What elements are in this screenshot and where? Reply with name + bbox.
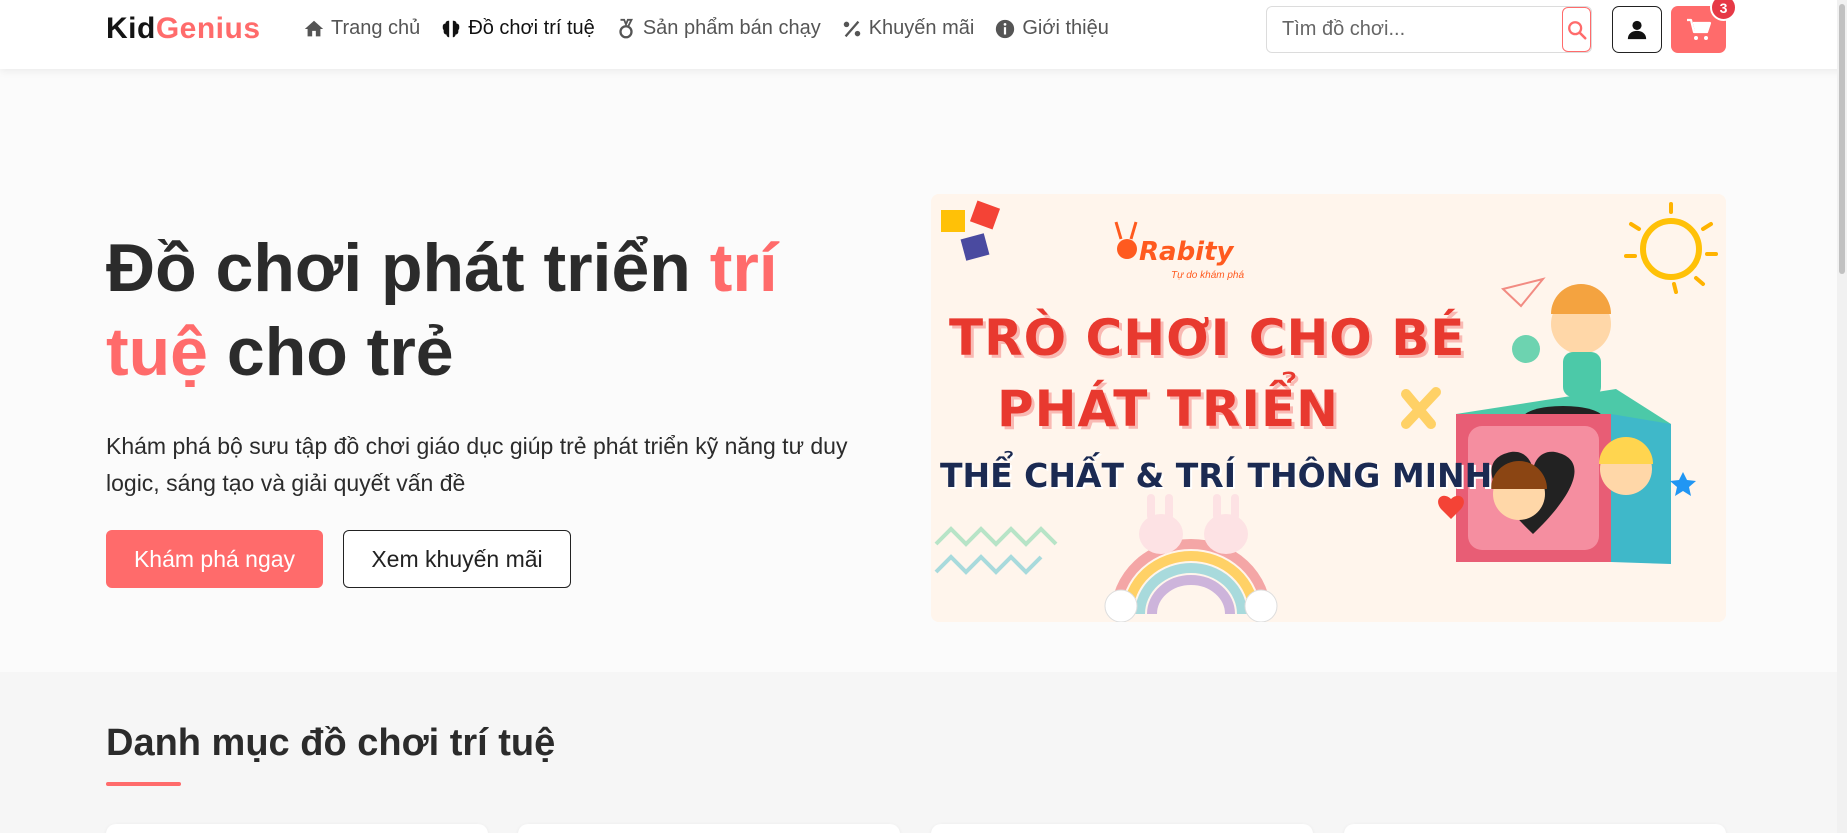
brain-icon xyxy=(443,20,460,37)
categories-title: Danh mục đồ chơi trí tuệ xyxy=(106,722,556,764)
hero-description: Khám phá bộ sưu tập đồ chơi giáo dục giú… xyxy=(106,433,848,496)
category-card[interactable] xyxy=(518,824,900,833)
nav-item-brain-toys[interactable]: Đồ chơi trí tuệ xyxy=(440,17,595,40)
brand-part-kid: Kid xyxy=(106,12,156,45)
cart-count-badge: 3 xyxy=(1710,0,1737,21)
banner-headline-1: TRÒ CHƠI CHO BÉ xyxy=(949,309,1466,367)
info-icon xyxy=(996,19,1015,38)
banner-headline-3: THỂ CHẤT & TRÍ THÔNG MINH xyxy=(940,456,1493,495)
brand-part-genius: Genius xyxy=(155,12,261,45)
nav-item-about-label: Giới thiệu xyxy=(1022,17,1109,39)
banner-headline-2: PHÁT TRIỂN xyxy=(997,380,1340,438)
nav-item-promotions[interactable]: Khuyến mãi xyxy=(841,17,975,40)
hero-title: Đồ chơi phát triển trí tuệ cho trẻ xyxy=(106,226,826,394)
nav-item-home-label: Trang chủ xyxy=(331,17,421,39)
search-box xyxy=(1266,6,1592,53)
categories-section: Danh mục đồ chơi trí tuệ xyxy=(0,672,1847,833)
search-input[interactable] xyxy=(1267,7,1562,52)
hero-title-part2: cho trẻ xyxy=(208,314,454,390)
scrollbar-thumb[interactable] xyxy=(1839,4,1845,274)
main-nav: Trang chủ Đồ chơi trí tuệ Sản phẩm bán c… xyxy=(303,17,1109,40)
explore-now-button[interactable]: Khám phá ngay xyxy=(106,530,323,588)
percent-icon xyxy=(843,20,860,37)
category-card[interactable] xyxy=(931,824,1313,833)
nav-item-promotions-label: Khuyến mãi xyxy=(868,17,975,39)
nav-item-best-sellers[interactable]: Sản phẩm bán chạy xyxy=(615,17,821,40)
nav-item-about[interactable]: Giới thiệu xyxy=(994,17,1109,40)
nav-item-brain-toys-label: Đồ chơi trí tuệ xyxy=(468,17,595,39)
cart-icon xyxy=(1686,18,1711,40)
title-underline xyxy=(106,782,181,786)
search-button[interactable] xyxy=(1562,7,1591,52)
home-icon xyxy=(304,20,324,36)
medal-icon xyxy=(619,18,633,38)
hero-banner-image: Rabity Tự do khám phá TRÒ CHƠI CHO BÉ PH… xyxy=(931,194,1726,622)
user-icon xyxy=(1627,20,1647,39)
nav-item-best-sellers-label: Sản phẩm bán chạy xyxy=(642,17,821,39)
category-card[interactable] xyxy=(106,824,488,833)
brand-logo[interactable]: KidGenius xyxy=(106,12,261,46)
view-promotions-button[interactable]: Xem khuyến mãi xyxy=(343,530,571,588)
hero-title-part1: Đồ chơi phát triển xyxy=(106,230,710,306)
category-card[interactable] xyxy=(1344,824,1726,833)
nav-item-home[interactable]: Trang chủ xyxy=(303,17,420,40)
navbar: KidGenius Trang chủ Đồ chơi trí tuệ Sản … xyxy=(0,0,1847,69)
search-icon xyxy=(1567,20,1587,40)
banner-brand: Rabity xyxy=(1139,237,1234,267)
banner-tagline: Tự do khám phá xyxy=(1171,270,1245,281)
account-button[interactable] xyxy=(1612,6,1662,53)
